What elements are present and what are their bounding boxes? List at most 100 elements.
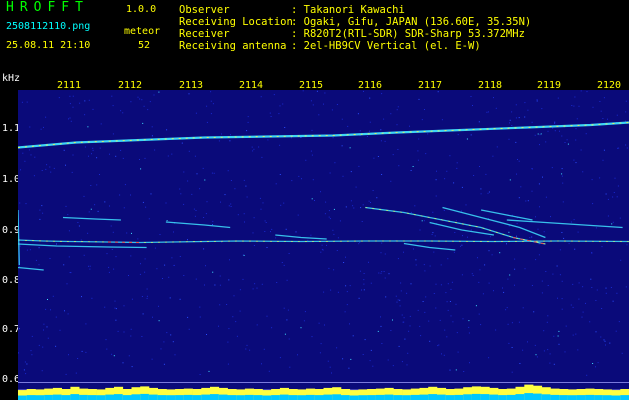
trace-echo-13: [18, 209, 20, 266]
noise-dot: [26, 249, 28, 251]
noise-dot: [573, 159, 575, 161]
noise-dot: [154, 149, 156, 151]
noise-dot: [318, 322, 320, 324]
noise-dot: [266, 315, 268, 317]
noise-dot: [297, 214, 299, 216]
noise-dot: [590, 278, 592, 280]
noise-dot: [468, 332, 470, 334]
noise-dot: [535, 354, 537, 356]
noise-dot: [261, 156, 263, 158]
level-bar-base: [70, 394, 80, 400]
noise-dot: [311, 154, 313, 156]
noise-dot: [53, 167, 55, 169]
noise-dot: [180, 193, 182, 195]
noise-dot: [43, 329, 44, 331]
noise-dot: [518, 117, 520, 119]
noise-dot: [453, 182, 455, 184]
noise-dot: [187, 239, 188, 241]
trace-echo-11: [403, 242, 456, 251]
noise-dot: [511, 371, 513, 373]
noise-dot: [369, 130, 370, 132]
noise-dot: [220, 201, 221, 203]
noise-dot: [620, 259, 622, 261]
noise-dot: [540, 133, 542, 135]
noise-dot: [618, 147, 620, 149]
noise-dot: [519, 363, 521, 364]
noise-dot: [311, 129, 313, 131]
noise-dot: [369, 97, 371, 99]
noise-dot: [148, 218, 150, 220]
noise-dot: [123, 331, 125, 333]
noise-dot: [311, 198, 313, 200]
noise-dot: [227, 363, 229, 365]
noise-dot: [106, 348, 108, 350]
noise-dot: [166, 220, 168, 222]
noise-dot: [358, 165, 360, 167]
noise-dot: [342, 358, 344, 360]
noise-dot: [350, 358, 352, 360]
noise-dot: [104, 201, 106, 203]
noise-dot: [24, 160, 26, 162]
level-bar-base: [18, 395, 28, 400]
noise-dot: [524, 268, 526, 270]
noise-dot: [160, 348, 162, 350]
noise-dot: [25, 373, 27, 375]
level-bar-base: [87, 395, 97, 400]
noise-dot: [502, 287, 503, 289]
noise-dot: [574, 96, 576, 98]
noise-dot: [536, 356, 538, 358]
noise-dot: [23, 369, 25, 371]
noise-dot: [547, 349, 549, 351]
level-bar-base: [402, 395, 412, 400]
noise-dot: [288, 253, 290, 254]
noise-dot: [239, 289, 241, 291]
noise-dot: [611, 223, 613, 225]
noise-dot: [625, 100, 627, 102]
noise-dot: [625, 120, 627, 122]
level-bar-base: [26, 395, 36, 400]
noise-dot: [144, 271, 146, 273]
noise-dot: [363, 283, 365, 285]
noise-dot: [286, 279, 288, 281]
noise-dot: [165, 202, 167, 204]
noise-dot: [122, 112, 124, 114]
noise-dot: [507, 323, 509, 325]
noise-dot: [423, 220, 425, 222]
noise-dot: [91, 297, 93, 299]
noise-dot: [326, 244, 327, 246]
noise-dot: [359, 241, 361, 243]
noise-dot: [89, 265, 91, 267]
noise-dot: [230, 134, 231, 136]
noise-dot: [552, 127, 554, 129]
noise-dot: [455, 303, 457, 305]
noise-dot: [573, 219, 575, 221]
noise-dot: [49, 166, 51, 168]
info-key-receiver: Receiver: [179, 28, 230, 40]
noise-dot: [69, 117, 71, 119]
noise-dot: [271, 327, 273, 329]
noise-dot: [183, 275, 185, 276]
noise-dot: [396, 301, 398, 303]
noise-dot: [203, 248, 205, 250]
noise-dot: [109, 205, 110, 207]
noise-dot: [427, 133, 429, 135]
noise-dot: [164, 264, 166, 266]
noise-dot: [247, 121, 249, 123]
noise-dot: [163, 341, 165, 343]
noise-dot: [42, 346, 44, 348]
noise-dot: [574, 248, 576, 250]
noise-dot: [72, 154, 74, 156]
noise-dot: [468, 320, 470, 322]
noise-dot: [435, 283, 437, 285]
level-bar-base: [244, 394, 254, 400]
noise-dot: [538, 254, 540, 256]
noise-dot: [199, 316, 201, 318]
noise-dot: [72, 95, 74, 97]
noise-dot: [79, 102, 81, 104]
noise-dot: [516, 223, 518, 225]
level-bar-base: [79, 394, 89, 400]
noise-dot: [447, 309, 449, 311]
noise-dot: [561, 298, 563, 300]
noise-dot: [219, 275, 221, 277]
noise-dot: [280, 204, 282, 206]
